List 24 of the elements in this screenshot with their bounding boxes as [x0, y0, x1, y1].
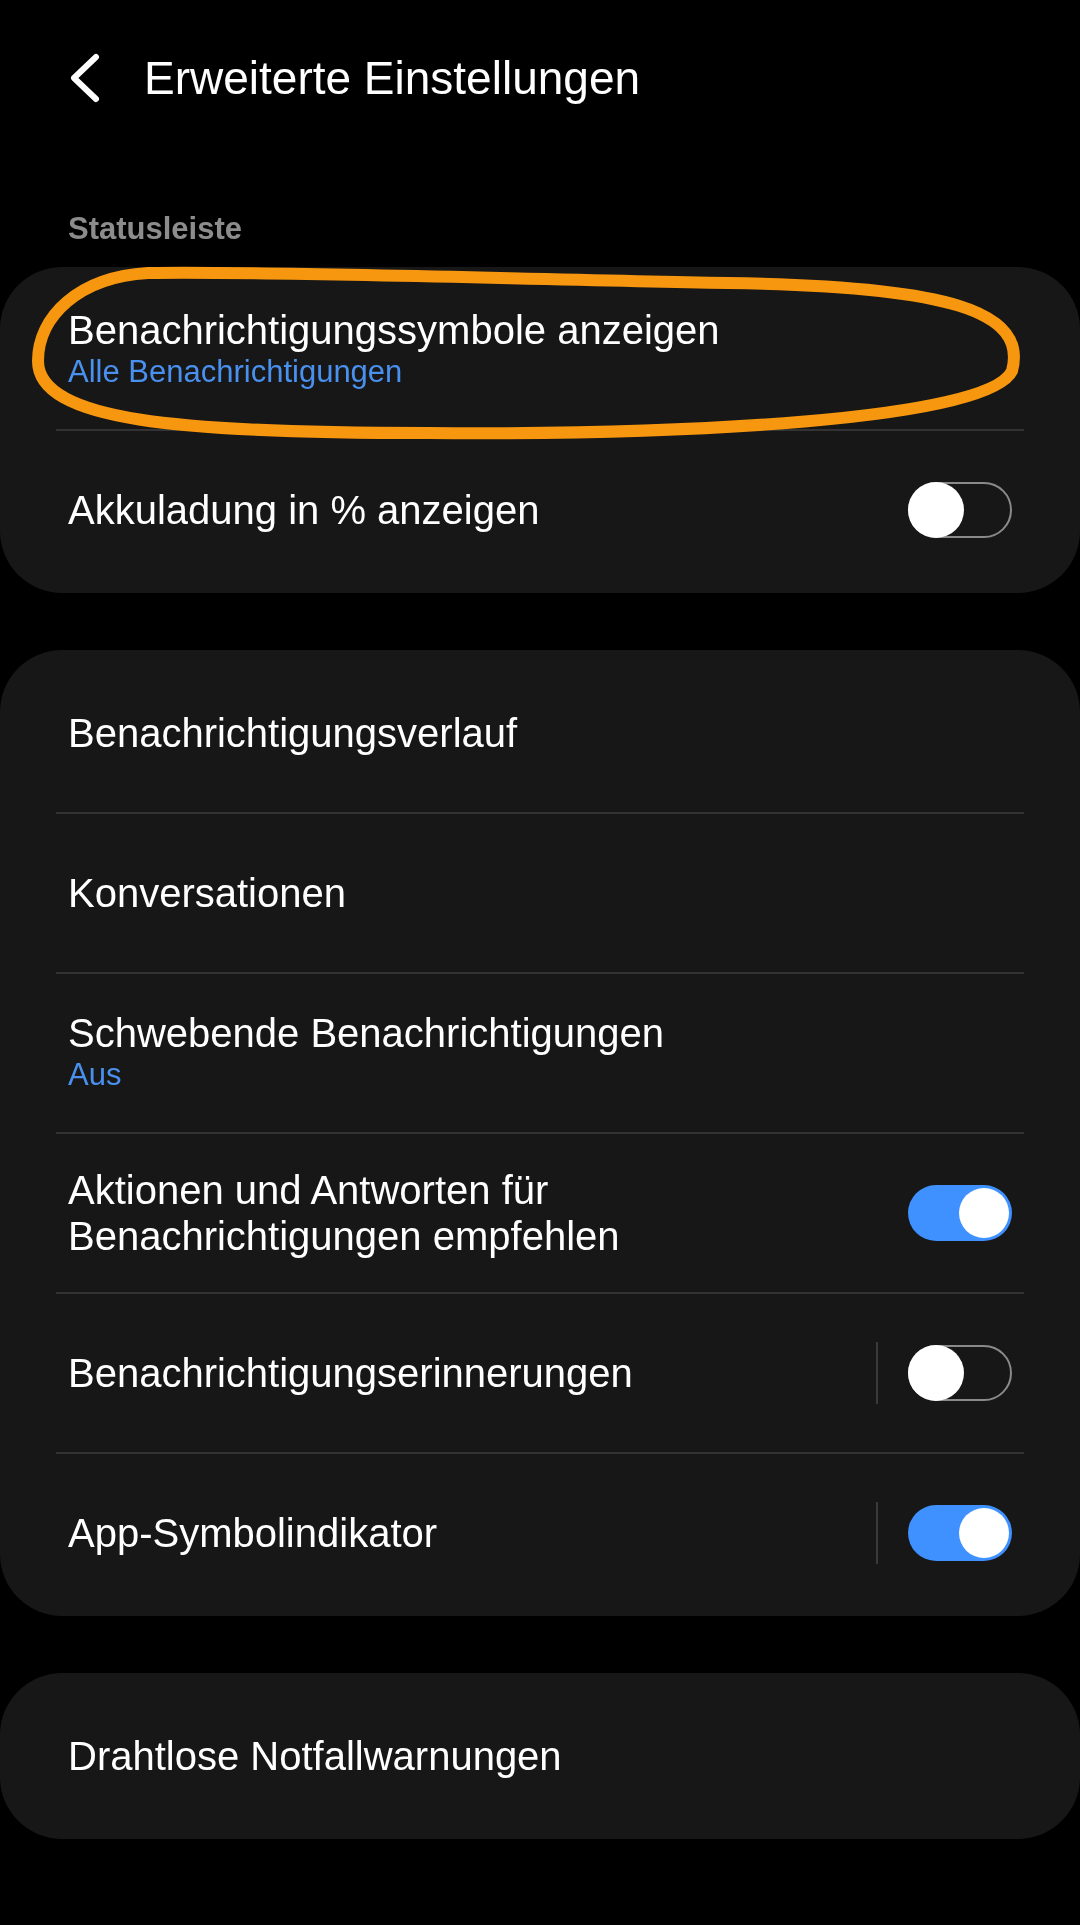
item-title: Benachrichtigungserinnerungen	[68, 1349, 634, 1396]
settings-row[interactable]: Schwebende Benachrichtigungen Aus	[0, 973, 1080, 1132]
item-title: Akkuladung in % anzeigen	[68, 486, 541, 533]
item-title: App-Symbolindikator	[68, 1509, 439, 1556]
item-title: Schwebende Benachrichtigungen	[68, 1010, 665, 1057]
settings-row[interactable]: Aktionen und Antworten für Benachrichtigungen empfehlen	[0, 1133, 1080, 1292]
item-title: Benachrichtigungssymbole anzeigen	[68, 307, 721, 354]
item-title: Drahtlose Notfallwarnungen	[68, 1732, 563, 1779]
item-title: Benachrichtigungsverlauf	[68, 709, 519, 756]
settings-row[interactable]: Konversationen	[0, 813, 1080, 972]
item-status: Alle Benachrichtigungen	[68, 353, 404, 392]
section-heading: Statusleiste	[67, 210, 243, 248]
settings-row[interactable]: Benachrichtigungserinnerungen	[0, 1293, 1080, 1452]
item-title: Konversationen	[68, 869, 347, 916]
page-title: Erweiterte Einstellungen	[144, 50, 641, 106]
item-status: Aus	[68, 1056, 123, 1095]
settings-row[interactable]: Benachrichtigungssymbole anzeigen Alle Benachrichtigungen	[0, 270, 1080, 429]
settings-row[interactable]: Drahtlose Notfallwarnungen	[0, 1676, 1080, 1835]
item-title: Aktionen und Antworten für Benachrichtigungen empfehlen	[68, 1166, 621, 1259]
toggle-switch[interactable]	[908, 481, 1012, 538]
toggle-switch[interactable]	[908, 1344, 1012, 1401]
settings-row[interactable]: Benachrichtigungsverlauf	[0, 653, 1080, 812]
settings-row[interactable]: Akkuladung in % anzeigen	[0, 430, 1080, 589]
settings-row[interactable]: App-Symbolindikator	[0, 1453, 1080, 1612]
